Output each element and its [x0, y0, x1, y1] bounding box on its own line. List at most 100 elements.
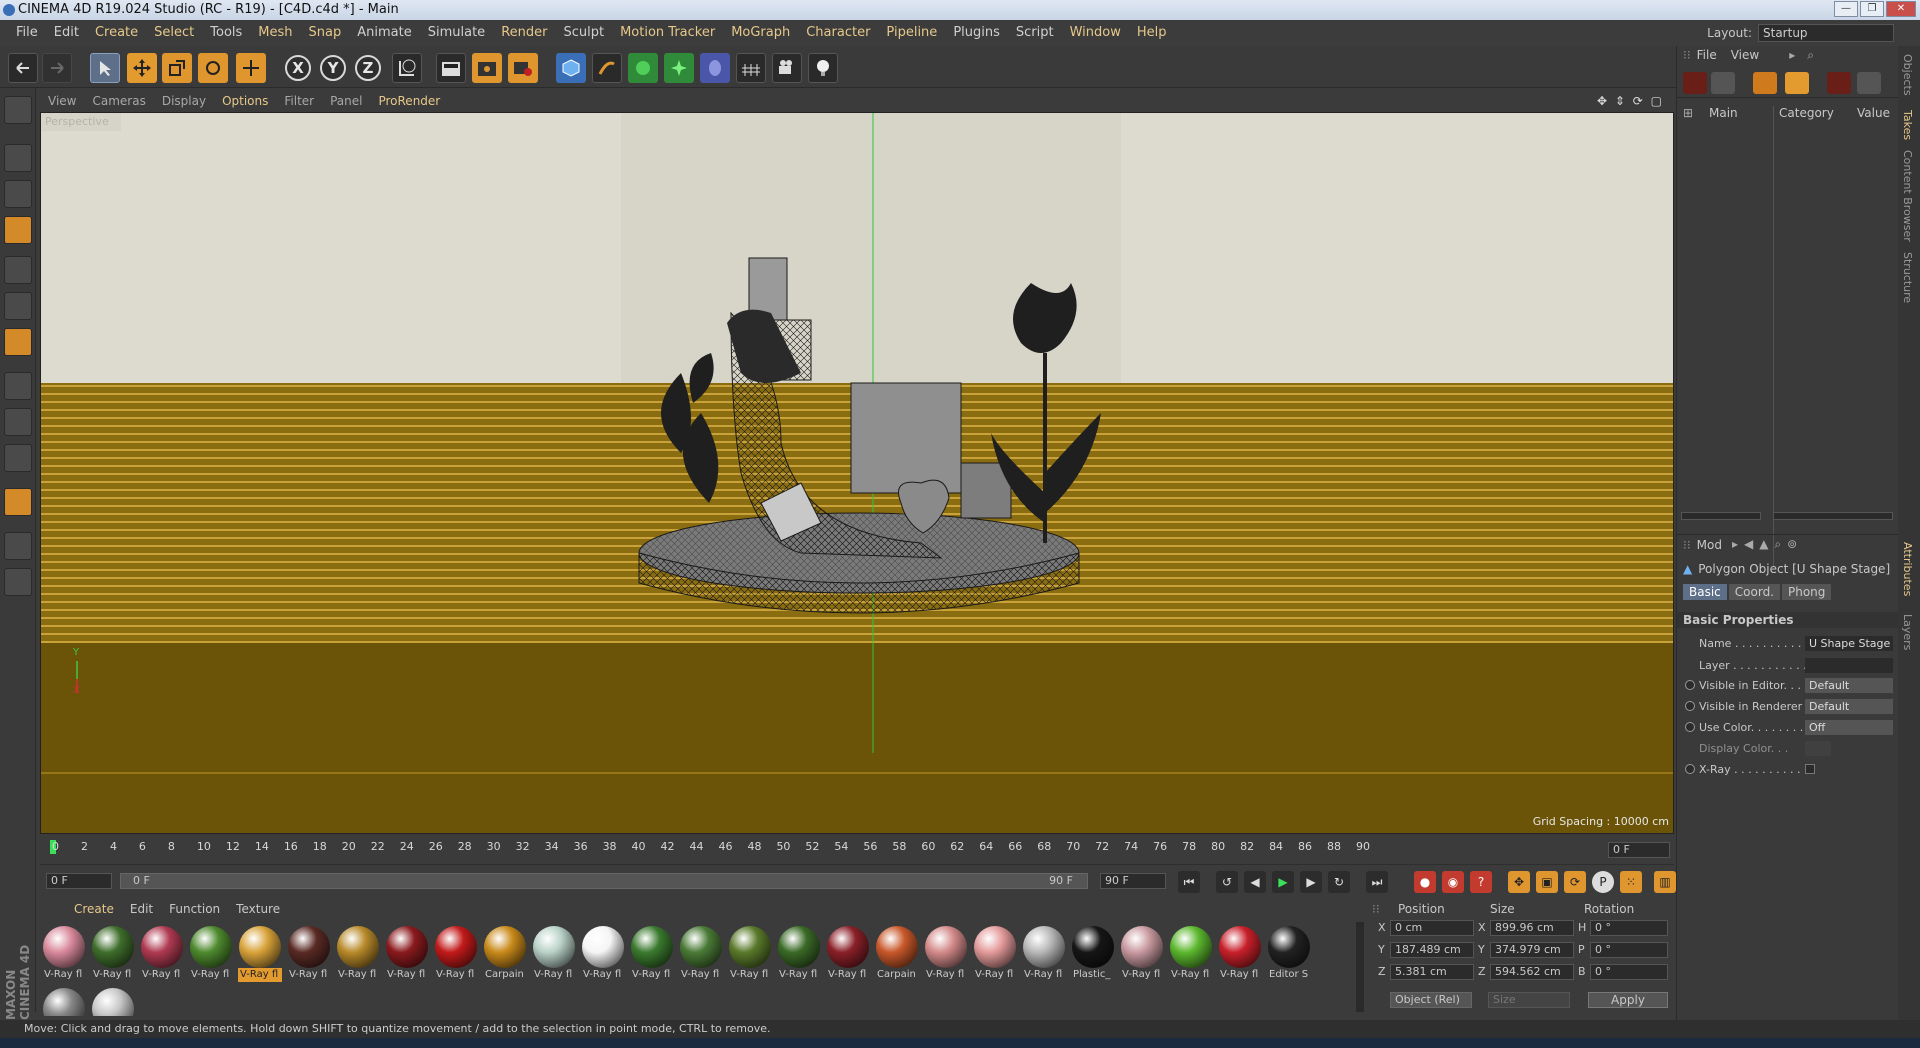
- menu-simulate[interactable]: Simulate: [420, 20, 493, 46]
- record-pla-button[interactable]: ⁙: [1620, 871, 1642, 893]
- menu-render[interactable]: Render: [493, 20, 555, 46]
- model-mode-icon[interactable]: [4, 144, 32, 172]
- timeline-ruler[interactable]: 0 2 4 6 8 10 12 14 16 18 20 22 24 26 28 30 32 34 36 38 40 42 4…: [40, 836, 1674, 864]
- attr-visible-editor-dropdown[interactable]: Default: [1805, 677, 1893, 693]
- deformer-icon[interactable]: [700, 53, 730, 83]
- attr-name-field[interactable]: U Shape Stage: [1805, 635, 1893, 651]
- material-swatch[interactable]: V-Ray fl: [679, 924, 723, 984]
- attr-use-color-dropdown[interactable]: Off: [1805, 719, 1893, 735]
- objects-more-icon[interactable]: ▸: [1789, 48, 1795, 62]
- menu-edit[interactable]: Edit: [46, 20, 87, 46]
- material-swatch[interactable]: V-Ray fl: [189, 924, 233, 984]
- viewport-menu-view[interactable]: View: [40, 94, 84, 108]
- material-swatch[interactable]: Carpain: [483, 924, 527, 984]
- subdivision-generator-icon[interactable]: [628, 53, 658, 83]
- menu-sculpt[interactable]: Sculpt: [555, 20, 612, 46]
- material-swatch[interactable]: V-Ray fl: [434, 924, 478, 984]
- objects-menu-file[interactable]: File: [1697, 48, 1717, 62]
- move-tool[interactable]: [127, 53, 157, 83]
- menu-create[interactable]: Create: [87, 20, 146, 46]
- z-axis-lock-button[interactable]: Z: [355, 55, 381, 81]
- scale-tool[interactable]: [162, 53, 192, 83]
- side-tab-takes[interactable]: Takes: [1901, 110, 1914, 140]
- tab-basic[interactable]: Basic: [1683, 584, 1727, 600]
- position-field[interactable]: 187.489 cm: [1390, 942, 1474, 958]
- material-swatch[interactable]: V-Ray fl: [1169, 924, 1213, 984]
- y-axis-lock-button[interactable]: Y: [320, 55, 346, 81]
- menu-pipeline[interactable]: Pipeline: [878, 20, 945, 46]
- objects-add-icon[interactable]: [1683, 72, 1707, 94]
- record-position-button[interactable]: ✥: [1508, 871, 1530, 893]
- menu-script[interactable]: Script: [1008, 20, 1062, 46]
- side-tab-content-browser[interactable]: Content Browser: [1901, 150, 1914, 242]
- render-view-icon[interactable]: [436, 53, 466, 83]
- minimize-button[interactable]: —: [1834, 1, 1858, 17]
- attributes-nav-icons[interactable]: ▸◀▲⌕⊚: [1732, 537, 1803, 552]
- close-button[interactable]: ✕: [1886, 1, 1916, 17]
- live-selection-tool[interactable]: [90, 53, 120, 83]
- rotation-field[interactable]: 0 °: [1590, 942, 1668, 958]
- menu-snap[interactable]: Snap: [301, 20, 350, 46]
- material-menu-function[interactable]: Function: [161, 902, 228, 916]
- undo-button[interactable]: [8, 53, 38, 83]
- viewport-menu-options[interactable]: Options: [214, 94, 276, 108]
- recent-tools-button[interactable]: [236, 53, 266, 83]
- objects-material-icon[interactable]: [1785, 72, 1809, 94]
- material-swatch[interactable]: Editor S: [1267, 924, 1311, 984]
- attr-display-color-swatch[interactable]: [1805, 740, 1831, 756]
- material-swatch[interactable]: V-Ray fl: [238, 924, 282, 984]
- position-field[interactable]: 0 cm: [1390, 920, 1474, 936]
- material-swatch[interactable]: Plastic_: [1071, 924, 1115, 984]
- workplane-mode-icon[interactable]: [4, 216, 32, 244]
- keyframe-selection-button[interactable]: ?: [1470, 871, 1492, 893]
- column-category[interactable]: Category: [1779, 106, 1834, 120]
- material-swatch[interactable]: V-Ray fl: [826, 924, 870, 984]
- material-swatch[interactable]: [91, 986, 135, 1016]
- go-to-start-button[interactable]: ⏮: [1178, 871, 1200, 893]
- menu-mesh[interactable]: Mesh: [250, 20, 300, 46]
- material-swatch[interactable]: V-Ray fl: [924, 924, 968, 984]
- side-tab-layers[interactable]: Layers: [1901, 614, 1914, 650]
- attr-xray-checkbox[interactable]: [1805, 764, 1815, 774]
- attr-xray-radio[interactable]: [1685, 764, 1695, 774]
- make-editable-icon[interactable]: [4, 96, 32, 124]
- record-rotation-button[interactable]: ⟳: [1564, 871, 1586, 893]
- render-settings-icon[interactable]: [508, 53, 538, 83]
- next-frame-button[interactable]: ▶: [1300, 871, 1322, 893]
- attr-visible-editor-radio[interactable]: [1685, 680, 1695, 690]
- menu-animate[interactable]: Animate: [349, 20, 419, 46]
- menu-help[interactable]: Help: [1129, 20, 1175, 46]
- objects-tag-icon[interactable]: [1753, 72, 1777, 94]
- material-swatch[interactable]: [42, 986, 86, 1016]
- material-menu-texture[interactable]: Texture: [228, 902, 288, 916]
- side-tab-structure[interactable]: Structure: [1901, 252, 1914, 303]
- redo-button[interactable]: [42, 53, 72, 83]
- material-menu-create[interactable]: Create: [66, 902, 122, 916]
- objects-search-icon[interactable]: ⌕: [1807, 48, 1814, 63]
- menu-plugins[interactable]: Plugins: [945, 20, 1008, 46]
- material-swatch[interactable]: V-Ray fl: [140, 924, 184, 984]
- x-axis-lock-button[interactable]: X: [285, 55, 311, 81]
- material-swatch[interactable]: V-Ray fl: [973, 924, 1017, 984]
- record-active-objects-button[interactable]: ●: [1414, 871, 1436, 893]
- side-tab-objects[interactable]: Objects: [1901, 54, 1914, 96]
- objects-menu-view[interactable]: View: [1731, 48, 1759, 62]
- polygons-mode-icon[interactable]: [4, 328, 32, 356]
- attr-layer-field[interactable]: [1805, 657, 1893, 673]
- coordinate-mode-dropdown[interactable]: Object (Rel): [1390, 992, 1472, 1008]
- size-mode-dropdown[interactable]: Size: [1488, 992, 1570, 1008]
- material-swatch[interactable]: V-Ray fl: [1022, 924, 1066, 984]
- tab-coord[interactable]: Coord.: [1728, 584, 1780, 600]
- light-icon[interactable]: [808, 53, 838, 83]
- objects-filter-icon[interactable]: [1711, 72, 1735, 94]
- menu-file[interactable]: File: [8, 20, 46, 46]
- timeline-window-button[interactable]: ▥: [1654, 871, 1676, 893]
- rotation-field[interactable]: 0 °: [1590, 920, 1668, 936]
- material-swatch[interactable]: V-Ray fl: [91, 924, 135, 984]
- floor-icon[interactable]: [736, 53, 766, 83]
- column-value[interactable]: Value: [1857, 106, 1890, 120]
- material-swatch[interactable]: V-Ray fl: [728, 924, 772, 984]
- texture-mode-icon[interactable]: [4, 180, 32, 208]
- material-swatch[interactable]: V-Ray fl: [630, 924, 674, 984]
- solo-mode-icon[interactable]: [4, 444, 32, 472]
